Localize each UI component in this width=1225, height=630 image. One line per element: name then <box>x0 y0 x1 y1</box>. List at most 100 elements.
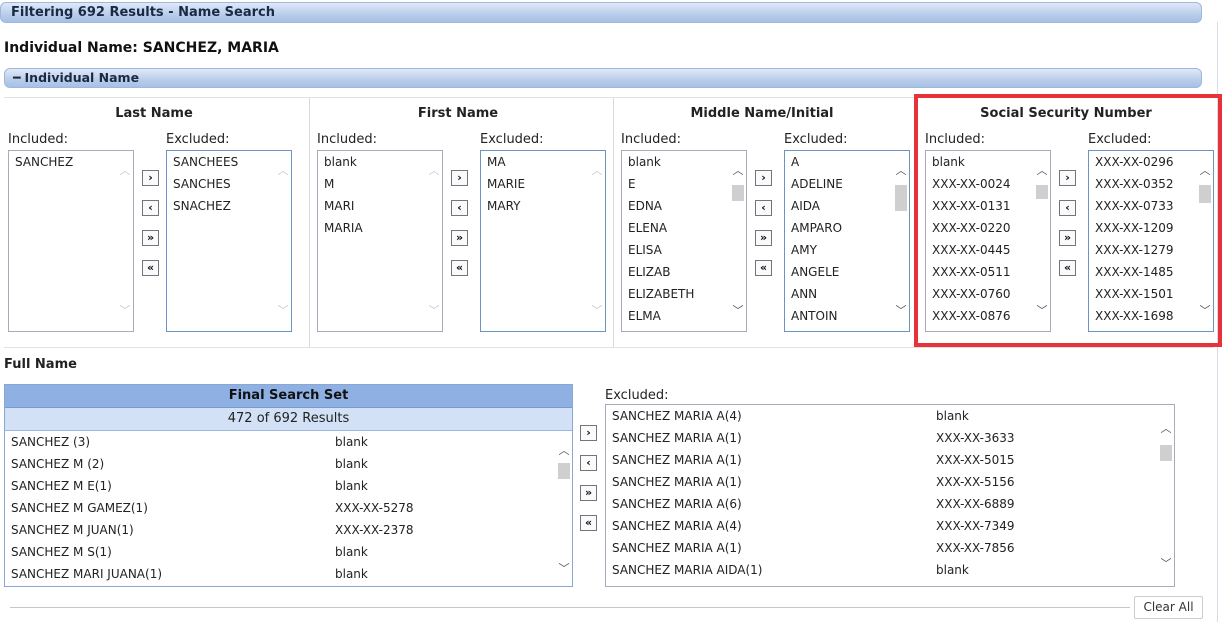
scroll-thumb[interactable] <box>558 463 570 479</box>
move-all-right-button[interactable]: » <box>451 230 468 246</box>
scroll-up-icon[interactable]: ︿ <box>556 443 572 459</box>
ssn-cell: XXX-XX-5015 <box>936 453 1015 467</box>
scroll-thumb[interactable] <box>732 185 744 201</box>
table-row[interactable]: SANCHEZ MARIA A(4) XXX-XX-7349 <box>606 515 1174 537</box>
scroll-up-icon[interactable]: ︿ <box>275 163 291 179</box>
move-all-left-button[interactable]: « <box>142 260 159 276</box>
scrollbar[interactable]: ︿ ﹀ <box>556 431 572 586</box>
move-all-right-button[interactable]: » <box>580 485 597 501</box>
list-item[interactable]: AIDA <box>785 195 909 217</box>
final-search-set-list[interactable]: SANCHEZ (3) blank SANCHEZ M (2) blank SANC… <box>5 431 572 586</box>
move-left-button[interactable]: ‹ <box>142 200 159 216</box>
move-left-button[interactable]: ‹ <box>755 200 772 216</box>
move-all-left-button[interactable]: « <box>755 260 772 276</box>
list-item[interactable]: EDNA <box>622 195 746 217</box>
list-item[interactable]: ELISA <box>622 239 746 261</box>
scroll-up-icon[interactable]: ︿ <box>893 163 909 179</box>
individual-name-section-toggle[interactable]: ━ Individual Name <box>4 68 1202 88</box>
table-row[interactable]: SANCHEZ M GAMEZ(1) XXX-XX-5278 <box>5 497 572 519</box>
clear-all-button[interactable]: Clear All <box>1134 596 1203 619</box>
scrollbar[interactable]: ︿ ﹀ <box>426 151 442 331</box>
list-item[interactable]: ANTOIN <box>785 305 909 327</box>
table-row[interactable]: SANCHEZ M S(1) blank <box>5 541 572 563</box>
list-item[interactable]: ADELINE <box>785 173 909 195</box>
list-item[interactable]: M <box>318 173 442 195</box>
list-item[interactable]: MA <box>481 151 605 173</box>
list-item[interactable]: MARIE <box>481 173 605 195</box>
scrollbar[interactable]: ︿ ﹀ <box>893 151 909 331</box>
list-item[interactable]: AMY <box>785 239 909 261</box>
scrollbar[interactable]: ︿ ﹀ <box>730 151 746 331</box>
full-name-excluded-list[interactable]: SANCHEZ MARIA A(4) blank SANCHEZ MARIA A(… <box>605 404 1175 587</box>
table-row[interactable]: SANCHEZ (3) blank <box>5 431 572 453</box>
move-all-right-button[interactable]: » <box>142 230 159 246</box>
table-row[interactable]: SANCHEZ MARIA A(1) XXX-XX-5156 <box>606 471 1174 493</box>
section-label: Individual Name <box>24 70 140 85</box>
list-item[interactable]: SANCHEES <box>167 151 291 173</box>
first-name-included-list[interactable]: blank M MARI MARIA ︿ ﹀ <box>317 150 443 332</box>
move-right-button[interactable]: › <box>580 425 597 441</box>
scroll-up-icon[interactable]: ︿ <box>589 163 605 179</box>
table-row[interactable]: SANCHEZ M (2) blank <box>5 453 572 475</box>
last-name-excluded-list[interactable]: SANCHEES SANCHES SNACHEZ ︿ ﹀ <box>166 150 292 332</box>
list-item[interactable]: blank <box>318 151 442 173</box>
table-row[interactable]: SANCHEZ M E(1) blank <box>5 475 572 497</box>
table-row[interactable]: SANCHEZ MARIA A(1) XXX-XX-7856 <box>606 537 1174 559</box>
table-row[interactable]: SANCHEZ M JUAN(1) XXX-XX-2378 <box>5 519 572 541</box>
middle-name-included-label: Included: <box>621 132 681 147</box>
scroll-down-icon[interactable]: ﹀ <box>893 303 909 319</box>
list-item[interactable]: ELMA <box>622 305 746 327</box>
scroll-down-icon[interactable]: ﹀ <box>556 561 572 577</box>
scroll-up-icon[interactable]: ︿ <box>426 163 442 179</box>
move-all-left-button[interactable]: « <box>580 515 597 531</box>
move-all-left-button[interactable]: « <box>451 260 468 276</box>
list-item[interactable]: MARY <box>481 195 605 217</box>
table-row[interactable]: SANCHEZ MARI JUANA(1) blank <box>5 563 572 585</box>
first-name-excluded-list[interactable]: MA MARIE MARY ︿ ﹀ <box>480 150 606 332</box>
list-item[interactable]: MARI <box>318 195 442 217</box>
list-item[interactable]: ELIZAB <box>622 261 746 283</box>
scroll-down-icon[interactable]: ﹀ <box>730 303 746 319</box>
scroll-thumb[interactable] <box>895 185 907 211</box>
list-item[interactable]: MARIA <box>318 217 442 239</box>
table-row[interactable]: SANCHEZ MARIA AIDA(1) blank <box>606 559 1174 581</box>
move-left-button[interactable]: ‹ <box>451 200 468 216</box>
list-item[interactable]: blank <box>622 151 746 173</box>
scrollbar[interactable]: ︿ ﹀ <box>589 151 605 331</box>
move-left-button[interactable]: ‹ <box>580 455 597 471</box>
list-item[interactable]: SANCHES <box>167 173 291 195</box>
list-item[interactable]: SANCHEZ <box>9 151 133 173</box>
scroll-up-icon[interactable]: ︿ <box>1158 421 1174 437</box>
scrollbar[interactable]: ︿ ﹀ <box>1158 405 1174 586</box>
list-item[interactable]: A <box>785 151 909 173</box>
move-right-button[interactable]: › <box>142 170 159 186</box>
table-row[interactable]: SANCHEZ MARIA A(6) XXX-XX-6889 <box>606 493 1174 515</box>
scroll-up-icon[interactable]: ︿ <box>730 163 746 179</box>
table-row[interactable]: SANCHEZ MARIA A(1) XXX-XX-5015 <box>606 449 1174 471</box>
scroll-down-icon[interactable]: ﹀ <box>426 303 442 319</box>
scroll-down-icon[interactable]: ﹀ <box>589 303 605 319</box>
table-row[interactable]: SANCHEZ MARIA A(4) blank <box>606 405 1174 427</box>
scroll-down-icon[interactable]: ﹀ <box>117 303 133 319</box>
scroll-down-icon[interactable]: ﹀ <box>275 303 291 319</box>
collapse-icon[interactable]: ━ <box>13 69 21 87</box>
list-item[interactable]: ANGELE <box>785 261 909 283</box>
last-name-included-list[interactable]: SANCHEZ ︿ ﹀ <box>8 150 134 332</box>
scrollbar[interactable]: ︿ ﹀ <box>117 151 133 331</box>
move-right-button[interactable]: › <box>755 170 772 186</box>
list-item[interactable]: ELIZABETH <box>622 283 746 305</box>
scrollbar[interactable]: ︿ ﹀ <box>275 151 291 331</box>
middle-name-excluded-list[interactable]: A ADELINE AIDA AMPARO AMY ANGELE ANN ANT… <box>784 150 910 332</box>
scroll-down-icon[interactable]: ﹀ <box>1158 556 1174 572</box>
move-right-button[interactable]: › <box>451 170 468 186</box>
list-item[interactable]: ANN <box>785 283 909 305</box>
table-row[interactable]: SANCHEZ MARIA A(1) XXX-XX-3633 <box>606 427 1174 449</box>
middle-name-included-list[interactable]: blank E EDNA ELENA ELISA ELIZAB ELIZABET… <box>621 150 747 332</box>
list-item[interactable]: SNACHEZ <box>167 195 291 217</box>
list-item[interactable]: ELENA <box>622 217 746 239</box>
scroll-up-icon[interactable]: ︿ <box>117 163 133 179</box>
list-item[interactable]: E <box>622 173 746 195</box>
list-item[interactable]: AMPARO <box>785 217 909 239</box>
scroll-thumb[interactable] <box>1160 445 1172 461</box>
move-all-right-button[interactable]: » <box>755 230 772 246</box>
